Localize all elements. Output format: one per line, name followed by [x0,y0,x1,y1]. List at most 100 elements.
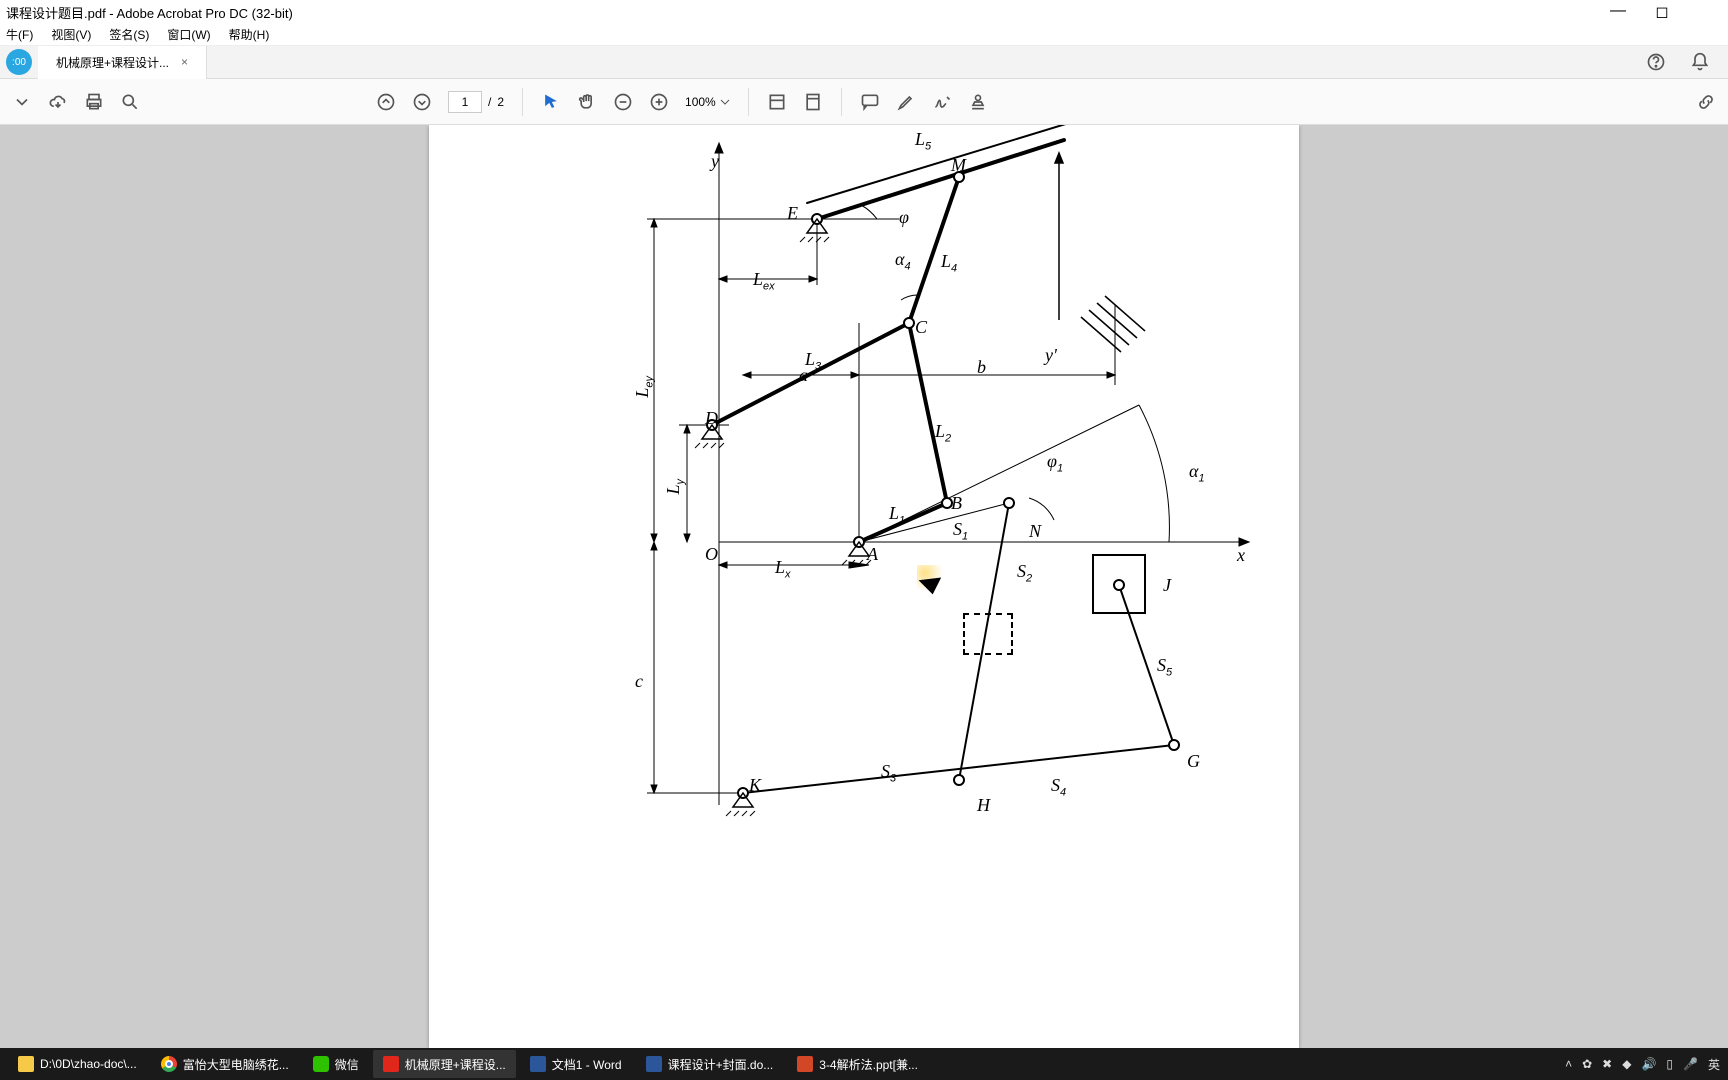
point-G: G [1187,751,1200,772]
system-tray[interactable]: ˄ ✿ ✖ ◆ 🔊 ▯ 🎤 英 [1565,1056,1720,1073]
taskbar-item[interactable]: 3-4解析法.ppt[兼... [787,1050,928,1078]
title-bar: 课程设计题目.pdf - Adobe Acrobat Pro DC (32-bi… [0,0,1728,24]
label-L5: L5 [915,129,931,153]
selection-arrow-icon[interactable] [541,92,561,112]
selection-marquee [963,613,1013,655]
search-icon[interactable] [120,92,140,112]
tray-battery-icon[interactable]: ▯ [1666,1057,1673,1071]
menu-window[interactable]: 窗口(W) [167,26,210,43]
label-L1: L1 [889,503,905,527]
tray-volume-icon[interactable]: 🔊 [1641,1057,1656,1071]
minimize-button[interactable]: — [1596,2,1640,22]
tab-close-button[interactable]: × [181,55,188,69]
toolbar: / 2 100% [0,79,1728,125]
label-alpha1: α1 [1189,461,1205,485]
label-S4: S4 [1051,775,1066,799]
page-total: 2 [497,95,504,109]
page-up-icon[interactable] [376,92,396,112]
stamp-icon[interactable] [968,92,988,112]
zoom-out-icon[interactable] [613,92,633,112]
axis-x-label: x [1237,545,1245,566]
fit-page-icon[interactable] [803,92,823,112]
label-S3: S3 [881,761,896,785]
sign-icon[interactable] [932,92,952,112]
share-link-icon[interactable] [1696,92,1716,112]
tray-x-icon[interactable]: ✖ [1602,1057,1612,1071]
maximize-button[interactable]: ◻ [1640,2,1684,22]
tray-flower-icon[interactable]: ✿ [1582,1057,1592,1071]
document-viewport[interactable]: y x O A B C D E G H J K M N L1 L2 L3 L4 … [0,125,1728,1048]
label-Lex: Lex [753,269,775,293]
zoom-in-icon[interactable] [649,92,669,112]
highlight-icon[interactable] [896,92,916,112]
menu-bar: 牛(F) 视图(V) 签名(S) 窗口(W) 帮助(H) [0,24,1728,46]
label-alpha4: α4 [895,249,911,273]
point-C: C [915,317,927,338]
page-down-icon[interactable] [412,92,432,112]
point-A: A [867,544,878,565]
taskbar-item[interactable]: 机械原理+课程设... [373,1050,516,1078]
page-separator: / [488,95,491,109]
label-L2: L2 [935,421,951,445]
label-S1: S1 [953,519,968,543]
folder-icon [18,1056,34,1072]
point-M: M [951,155,966,176]
page-indicator: / 2 [448,91,504,113]
label-a: a [799,365,808,386]
point-J: J [1163,575,1171,596]
pdf-icon [383,1056,399,1072]
save-cloud-icon[interactable] [48,92,68,112]
bell-icon[interactable] [1690,52,1710,72]
taskbar: D:\0D\zhao-doc\... 富怡大型电脑绣花... 微信 机械原理+课… [0,1048,1728,1080]
label-phi: φ [899,207,909,228]
taskbar-item[interactable]: 文档1 - Word [520,1050,632,1078]
point-B: B [951,493,962,514]
tray-chevron-icon[interactable]: ˄ [1565,1057,1572,1071]
comment-icon[interactable] [860,92,880,112]
axis-y-label: y [711,151,719,172]
label-Ly: Ly [663,479,687,495]
document-tab[interactable]: 机械原理+课程设计... × [38,46,207,79]
point-N: N [1029,521,1041,542]
taskbar-item[interactable]: 微信 [303,1050,369,1078]
fit-width-icon[interactable] [767,92,787,112]
tray-shield-icon[interactable]: ◆ [1622,1057,1631,1071]
label-Lx: Lx [775,557,791,581]
label-S5: S5 [1157,655,1172,679]
point-E: E [787,203,798,224]
help-icon[interactable] [1646,52,1666,72]
label-S2: S2 [1017,561,1032,585]
menu-help[interactable]: 帮助(H) [229,26,270,43]
taskbar-item[interactable]: 富怡大型电脑绣花... [151,1050,299,1078]
chevron-down-icon[interactable] [12,92,32,112]
zoom-display[interactable]: 100% [685,95,730,109]
wechat-icon [313,1056,329,1072]
pdf-page: y x O A B C D E G H J K M N L1 L2 L3 L4 … [429,125,1299,1048]
label-b: b [977,357,986,378]
ime-indicator[interactable]: 英 [1708,1056,1720,1073]
tray-mic-icon[interactable]: 🎤 [1683,1057,1698,1071]
taskbar-item[interactable]: 课程设计+封面.do... [636,1050,784,1078]
point-D: D [705,408,718,429]
home-tab[interactable]: :00 [0,46,38,79]
label-Ley: Ley [632,376,656,398]
menu-file[interactable]: 牛(F) [6,26,33,43]
word-icon [646,1056,662,1072]
menu-sign[interactable]: 签名(S) [109,26,149,43]
window-title: 课程设计题目.pdf - Adobe Acrobat Pro DC (32-bi… [6,3,293,22]
point-H: H [977,795,990,816]
point-K: K [749,775,761,796]
word-icon [530,1056,546,1072]
tab-title: 机械原理+课程设计... [56,54,169,71]
page-input[interactable] [448,91,482,113]
mechanism-diagram: y x O A B C D E G H J K M N L1 L2 L3 L4 … [429,125,1299,1048]
chrome-icon [161,1056,177,1072]
label-y-prime: y' [1045,345,1057,366]
print-icon[interactable] [84,92,104,112]
taskbar-item[interactable]: D:\0D\zhao-doc\... [8,1050,147,1078]
close-button[interactable] [1684,2,1728,22]
hand-pan-icon[interactable] [577,92,597,112]
menu-view[interactable]: 视图(V) [51,26,91,43]
ppt-icon [797,1056,813,1072]
point-O: O [705,544,718,565]
